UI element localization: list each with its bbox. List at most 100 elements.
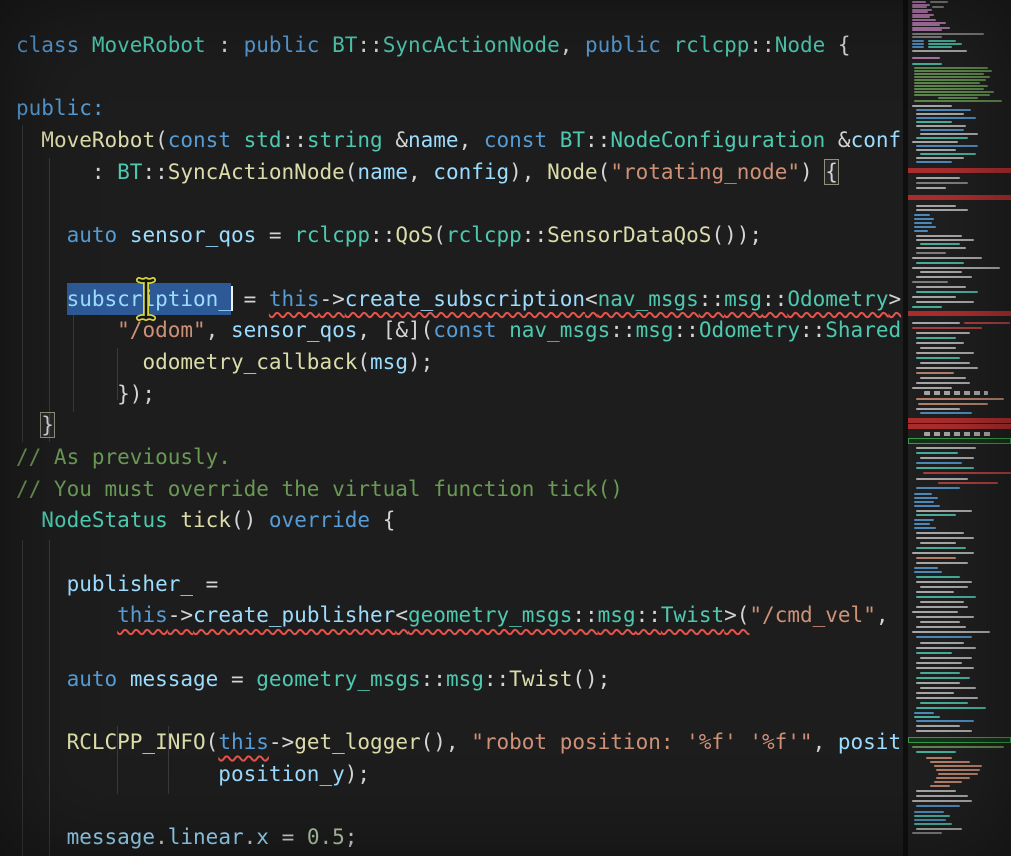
minimap-line (920, 271, 962, 273)
code-token: "/cmd_vel" (749, 603, 875, 627)
code-token: ( (155, 128, 168, 152)
code-token: >( (724, 603, 749, 627)
code-token: tick (180, 508, 231, 532)
code-token: :: (421, 667, 446, 691)
minimap-line (916, 209, 968, 211)
code-token: :: (800, 318, 825, 342)
code-token: = (231, 287, 269, 311)
code-line[interactable] (16, 62, 905, 94)
minimap-line (926, 757, 952, 759)
code-token (16, 413, 41, 437)
minimap-line (916, 532, 964, 534)
code-line[interactable]: "/odom", sensor_qos, [&](const nav_msgs:… (16, 315, 905, 347)
code-token: // You must override the virtual functio… (16, 477, 623, 501)
code-line[interactable]: subscription_ = this->create_subscriptio… (16, 284, 905, 316)
code-token: positi (838, 730, 905, 754)
code-line[interactable]: MoveRobot(const std::string &name, const… (16, 125, 905, 157)
code-token: public (16, 96, 92, 120)
code-token: = (269, 825, 307, 849)
minimap-line (914, 85, 988, 87)
code-line[interactable]: public: (16, 93, 905, 125)
minimap-line (912, 832, 942, 834)
code-token: , (876, 603, 889, 627)
code-line[interactable]: class MoveRobot : public BT::SyncActionN… (16, 30, 905, 62)
code-line[interactable] (16, 252, 905, 284)
code-token: Twist (661, 603, 724, 627)
code-token: (), (421, 730, 472, 754)
minimap-line (924, 432, 994, 436)
code-line[interactable]: odometry_callback(msg); (16, 347, 905, 379)
minimap-error-marker (908, 311, 1011, 316)
minimap-line (916, 652, 952, 654)
code-line[interactable]: auto message = geometry_msgs::msg::Twist… (16, 664, 905, 696)
minimap-line (912, 57, 940, 59)
code-token: ()); (711, 223, 762, 247)
code-token: create_subscription (345, 287, 585, 311)
minimap-line (912, 11, 928, 13)
minimap[interactable] (908, 0, 1011, 856)
minimap-line (920, 702, 968, 704)
code-token: :: (585, 128, 610, 152)
minimap-line (918, 403, 988, 405)
minimap-line (928, 43, 962, 45)
code-token: }); (16, 382, 155, 406)
code-line[interactable]: auto sensor_qos = rclcpp::QoS(rclcpp::Se… (16, 220, 905, 252)
minimap-line (912, 296, 956, 298)
code-line[interactable] (16, 695, 905, 727)
minimap-line (920, 412, 972, 414)
code-token: public (585, 33, 661, 57)
code-token: msg (370, 350, 408, 374)
code-line[interactable]: } (16, 410, 905, 442)
code-line[interactable]: message.linear.x = 0.5; (16, 822, 905, 854)
code-editor[interactable]: class MoveRobot : public BT::SyncActionN… (0, 0, 905, 856)
minimap-line (912, 281, 948, 283)
code-line[interactable] (16, 632, 905, 664)
minimap-line (916, 616, 974, 618)
minimap-line (914, 222, 932, 224)
code-line[interactable] (16, 188, 905, 220)
minimap-line (916, 182, 968, 184)
code-line[interactable]: position_y); (16, 759, 905, 791)
minimap-line (914, 88, 984, 90)
code-token: { (370, 508, 395, 532)
minimap-line (916, 252, 946, 254)
code-token: (); (572, 667, 610, 691)
code-line[interactable]: this->create_publisher<geometry_msgs::ms… (16, 600, 905, 632)
code-line[interactable]: NodeStatus tick() override { (16, 505, 905, 537)
minimap-error-marker (908, 424, 1011, 429)
code-token: = (256, 223, 294, 247)
minimap-line (934, 781, 962, 783)
code-line[interactable]: publisher_ = (16, 569, 905, 601)
minimap-line (932, 6, 944, 8)
code-line[interactable]: RCLCPP_INFO(this->get_logger(), "robot p… (16, 727, 905, 759)
minimap-line (912, 141, 958, 143)
code-line[interactable]: // You must override the virtual functio… (16, 474, 905, 506)
code-line[interactable] (16, 537, 905, 569)
code-line[interactable]: : BT::SyncActionNode(name, config), Node… (16, 157, 905, 189)
minimap-line (914, 716, 940, 718)
code-line[interactable]: // As previously. (16, 442, 905, 474)
code-token: MoveRobot (92, 33, 206, 57)
minimap-line (916, 205, 956, 207)
minimap-line (920, 377, 966, 379)
code-token: ); (345, 762, 370, 786)
code-token: name (408, 128, 459, 152)
minimap-line (916, 276, 972, 278)
minimap-line (916, 161, 952, 163)
code-lines[interactable]: class MoveRobot : public BT::SyncActionN… (0, 0, 905, 854)
code-line[interactable] (16, 791, 905, 823)
code-token: auto (67, 667, 118, 691)
code-token (16, 287, 67, 311)
code-token: config (433, 160, 509, 184)
code-token (16, 825, 67, 849)
minimap-line (916, 682, 960, 684)
code-line[interactable]: }); (16, 379, 905, 411)
code-token: < (585, 287, 598, 311)
code-token: geometry_msgs (408, 603, 572, 627)
code-token: :: (610, 318, 635, 342)
minimap-line (916, 667, 974, 669)
minimap-line (914, 214, 930, 216)
code-token: :: (636, 603, 661, 627)
minimap-line (916, 286, 966, 288)
minimap-line (914, 823, 952, 825)
